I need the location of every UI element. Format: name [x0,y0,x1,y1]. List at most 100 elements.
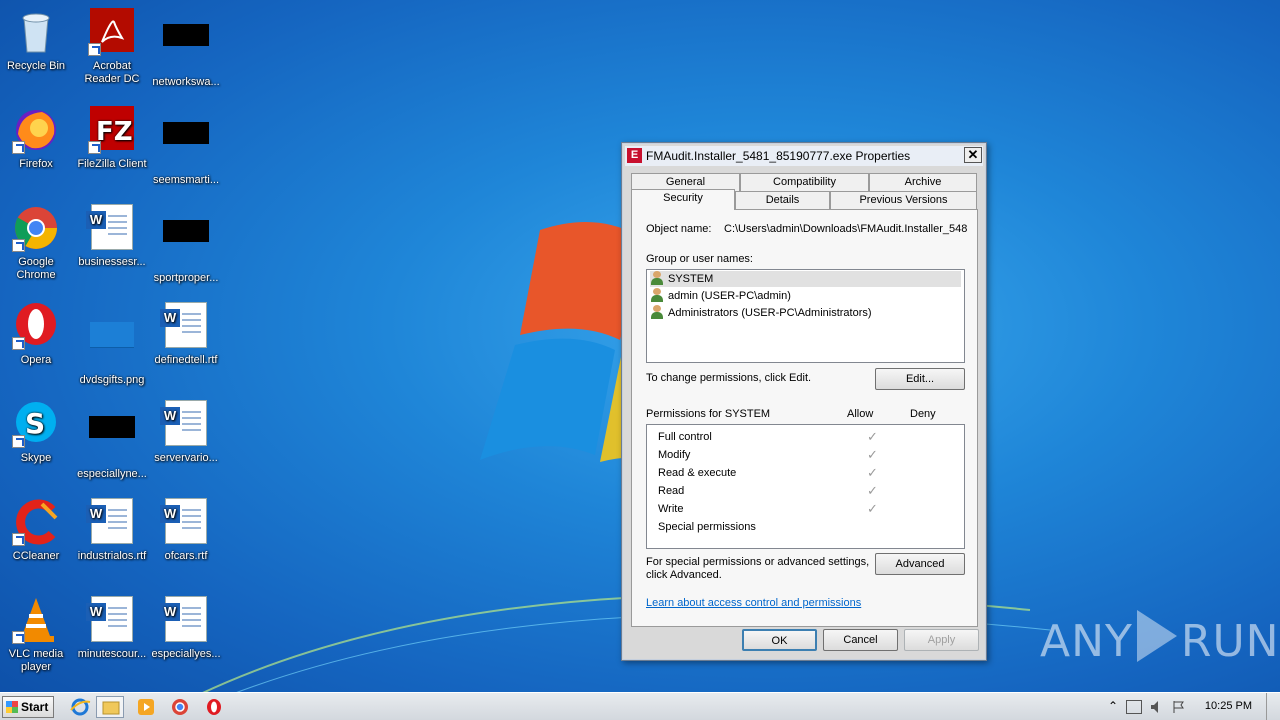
action-center-flag-icon[interactable] [1172,700,1186,714]
desktop-icon-industrialos[interactable]: industrialos.rtf [73,498,151,563]
desktop-icon-definedtell[interactable]: definedtell.rtf [147,302,225,367]
watermark-text-right: RUN [1180,616,1280,667]
explorer-taskbar-icon[interactable] [96,696,124,718]
desktop-icon-opera[interactable]: Opera [0,302,75,367]
watermark-text-left: ANY [1040,616,1133,667]
object-name-value: C:\Users\admin\Downloads\FMAudit.Install… [724,223,968,235]
tab-archive[interactable]: Archive [869,173,977,191]
filezilla-icon: FZ [88,106,136,154]
desktop-icon-acrobat[interactable]: Acrobat Reader DC [73,8,151,86]
list-item-administrators[interactable]: Administrators (USER-PC\Administrators) [650,305,872,321]
change-permissions-text: To change permissions, click Edit. [646,372,812,384]
advanced-text-line2: click Advanced. [646,569,722,581]
word-document-icon [160,596,210,644]
desktop-icon-ccleaner[interactable]: CCleaner [0,498,75,563]
volume-icon[interactable] [1150,700,1164,714]
desktop-icon-sportproper[interactable]: sportproper... [147,204,225,285]
network-icon[interactable] [1126,700,1142,714]
redacted-file-icon [88,416,136,464]
desktop-icon-label: definedtell.rtf [154,354,218,366]
users-listbox[interactable]: SYSTEM admin (USER-PC\admin) Administrat… [646,269,965,363]
ok-button[interactable]: OK [742,629,817,651]
show-desktop-button[interactable] [1266,693,1280,720]
desktop-icon-networkswa[interactable]: networkswa... [147,8,225,89]
tab-compatibility[interactable]: Compatibility [740,173,869,191]
user-group-icon [650,305,664,319]
anyrun-watermark: ANY RUN [1040,610,1280,667]
edit-button[interactable]: Edit... [875,368,965,390]
desktop-icon-label: minutescour... [77,648,147,660]
desktop-icon-vlc[interactable]: VLC media player [0,596,75,674]
allow-check-icon: ✓ [867,501,878,516]
permission-row: Modify ✓ [658,446,958,464]
desktop-icon-businessesr[interactable]: businessesr... [73,204,151,269]
object-name-label: Object name: [646,223,712,235]
list-item-admin[interactable]: admin (USER-PC\admin) [650,288,791,304]
learn-more-link[interactable]: Learn about access control and permissio… [646,597,861,609]
desktop-icon-ofcars[interactable]: ofcars.rtf [147,498,225,563]
show-hidden-icons-button[interactable]: ⌃ [1108,699,1118,713]
cancel-button[interactable]: Cancel [823,629,898,651]
opera-taskbar-icon[interactable] [200,696,228,718]
deny-header: Deny [910,408,936,420]
permissions-list[interactable]: Full control ✓ Modify ✓ Read & execute ✓ Re… [646,424,965,549]
desktop-icon-label: industrialos.rtf [77,550,147,562]
acrobat-icon [88,8,136,56]
tab-details[interactable]: Details [735,191,830,209]
tab-security[interactable]: Security [631,189,735,210]
app-icon: E [627,148,642,163]
permission-row: Write ✓ [658,500,958,518]
word-document-icon [86,596,136,644]
desktop-icon-label: VLC media player [8,648,64,673]
redacted-file-icon [162,220,210,268]
desktop-icon-label: Google Chrome [16,256,56,281]
tab-previous-versions[interactable]: Previous Versions [830,191,977,209]
desktop-icon-label: FileZilla Client [77,158,147,170]
desktop-icon-firefox[interactable]: Firefox [0,106,75,171]
permissions-for-label: Permissions for SYSTEM [646,408,771,420]
desktop-icon-seemsmarti[interactable]: seemsmarti... [147,106,225,187]
list-item-system[interactable]: SYSTEM [650,271,961,287]
properties-dialog: E FMAudit.Installer_5481_85190777.exe Pr… [621,142,987,661]
permission-name: Modify [658,449,691,461]
clock[interactable]: 10:25 PM [1205,700,1252,712]
allow-check-icon: ✓ [867,483,878,498]
desktop-icon-label: Firefox [19,158,53,170]
advanced-button[interactable]: Advanced [875,553,965,575]
svg-text:S: S [25,407,45,440]
opera-icon [12,302,60,350]
redacted-file-icon [162,24,210,72]
desktop-icon-especiallyne[interactable]: especiallyne... [73,400,151,481]
play-logo-icon [1136,610,1177,662]
vlc-cone-icon [12,596,60,644]
desktop-icon-filezilla[interactable]: FZ FileZilla Client [73,106,151,171]
permission-row: Read & execute ✓ [658,464,958,482]
permission-row: Read ✓ [658,482,958,500]
system-tray: ⌃ 10:25 PM [1100,693,1280,720]
desktop-icon-dvdsgifts[interactable]: dvdsgifts.png [73,302,151,387]
desktop-icon-servervario[interactable]: servervario... [147,400,225,465]
allow-header: Allow [847,408,874,420]
start-button[interactable]: Start [2,696,54,718]
media-player-taskbar-icon[interactable] [132,696,160,718]
recycle-bin-icon [12,8,60,56]
desktop-icon-label: Acrobat Reader DC [84,60,140,85]
dialog-titlebar[interactable]: E FMAudit.Installer_5481_85190777.exe Pr… [625,146,983,166]
desktop-icon-label: Opera [20,354,52,366]
skype-icon: S [12,400,60,448]
apply-button[interactable]: Apply [904,629,979,651]
close-button[interactable]: ✕ [964,147,982,163]
ie-taskbar-icon[interactable] [66,696,94,718]
desktop-icon-minutescour[interactable]: minutescour... [73,596,151,661]
desktop-icon-especiallyes[interactable]: especiallyes... [147,596,225,661]
security-panel: Object name: C:\Users\admin\Downloads\FM… [631,209,978,627]
desktop-icon-skype[interactable]: S Skype [0,400,75,465]
allow-check-icon: ✓ [867,465,878,480]
image-file-icon [88,322,136,370]
user-group-icon [650,271,664,285]
desktop-icon-label: servervario... [154,452,218,464]
desktop-icon-recycle-bin[interactable]: Recycle Bin [0,8,75,73]
chrome-taskbar-icon[interactable] [166,696,194,718]
desktop-icon-chrome[interactable]: Google Chrome [0,204,75,282]
desktop-icon-label: Recycle Bin [6,60,66,72]
